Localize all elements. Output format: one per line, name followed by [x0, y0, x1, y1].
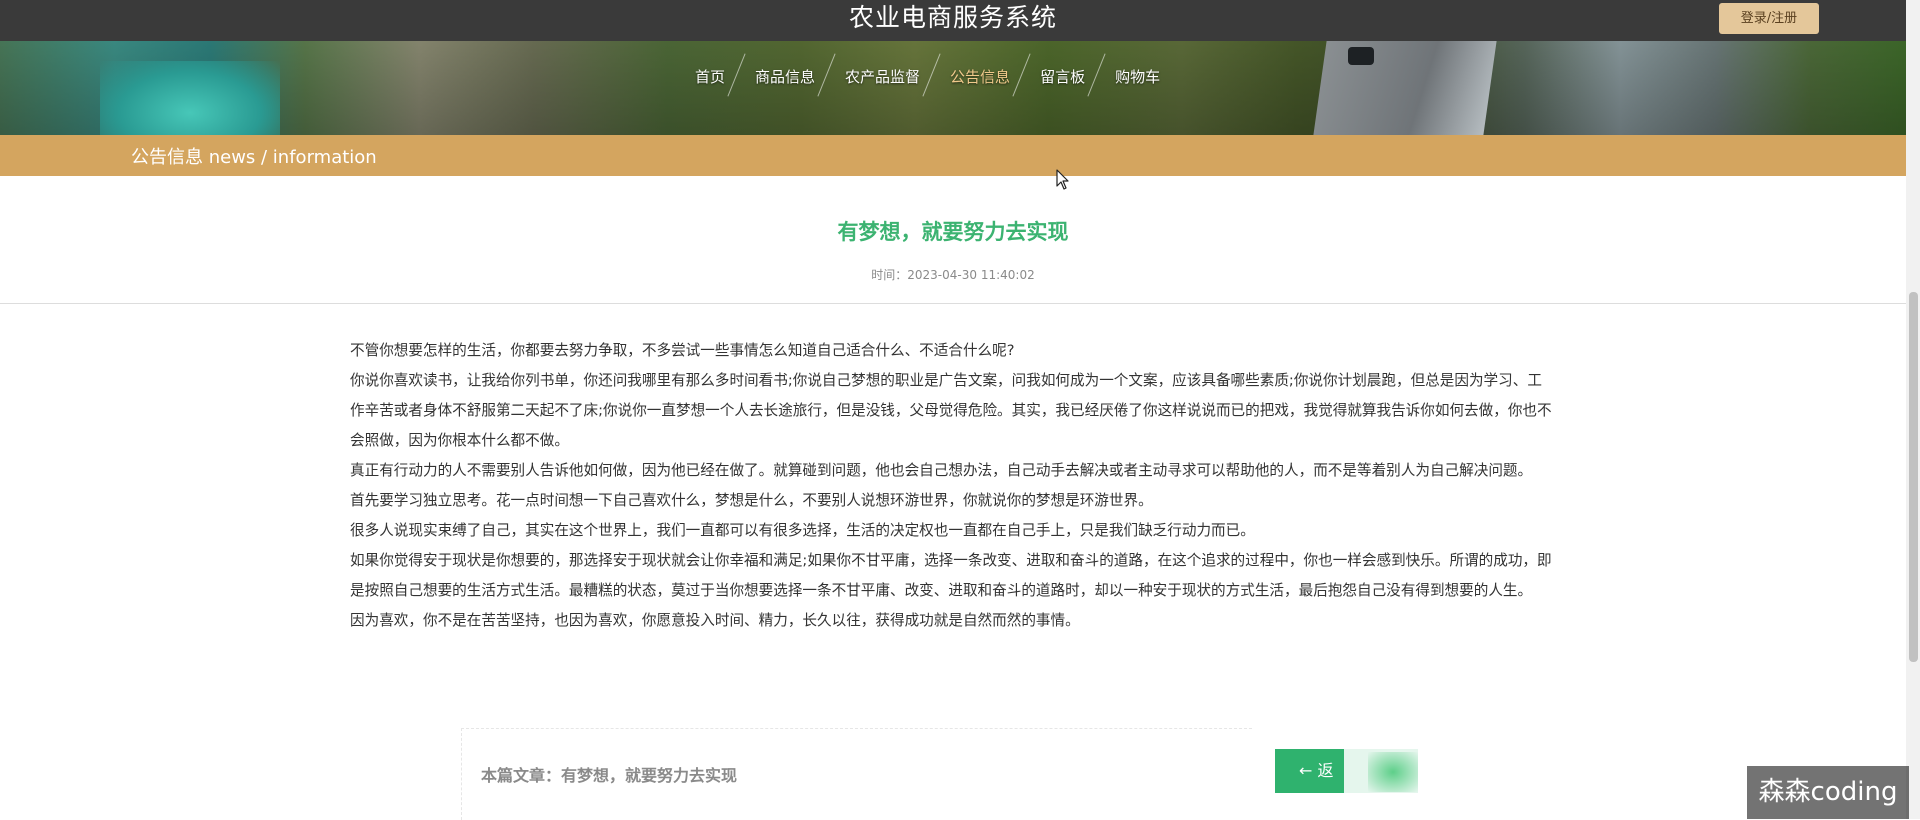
article-time: 时间：2023-04-30 11:40:02 [871, 268, 1035, 282]
scrollbar-thumb[interactable] [1909, 292, 1918, 662]
nav-supervision[interactable]: 农产品监督 [830, 66, 935, 87]
banner-water [100, 61, 280, 135]
article-title: 有梦想，就要努力去实现 [837, 220, 1069, 244]
main-nav: 首页 商品信息 农产品监督 公告信息 留言板 购物车 [680, 41, 1175, 111]
article-paragraph: 不管你想要怎样的生活，你都要去努力争取，不多尝试一些事情怎么知道自己适合什么、不… [350, 342, 1015, 359]
mouse-cursor-icon [1056, 169, 1069, 190]
section-title: 公告信息 news / information [131, 147, 377, 168]
article-paragraph: 很多人说现实束缚了自己，其实在这个世界上，我们一直都可以有很多选择，生活的决定权… [350, 522, 1255, 539]
article-paragraph: 如果你觉得安于现状是你想要的，那选择安于现状就会让你幸福和满足;如果你不甘平庸，… [350, 552, 1552, 599]
divider [0, 303, 1906, 304]
site-title: 农业电商服务系统 [848, 3, 1057, 32]
article-paragraph: 首先要学习独立思考。花一点时间想一下自己喜欢什么，梦想是什么，不要别人说想环游世… [350, 492, 1153, 509]
watermark: 森森coding [1747, 766, 1909, 819]
section-header-bar: 公告信息 news / information [0, 135, 1906, 176]
blurred-overlay-glow [1368, 752, 1418, 792]
article-paragraph: 你说你喜欢读书，让我给你列书单，你还问我哪里有那么多时间看书;你说自己梦想的职业… [350, 372, 1552, 449]
nav-home[interactable]: 首页 [680, 66, 740, 87]
nav-products[interactable]: 商品信息 [740, 66, 830, 87]
top-bar: 农业电商服务系统 登录/注册 [0, 0, 1906, 41]
article-content: 不管你想要怎样的生活，你都要去努力争取，不多尝试一些事情怎么知道自己适合什么、不… [350, 336, 1554, 636]
nav-message-board[interactable]: 留言板 [1025, 66, 1100, 87]
banner-car [1348, 47, 1374, 65]
article-paragraph: 因为喜欢，你不是在苦苦坚持，也因为喜欢，你愿意投入时间、精力，长久以往，获得成功… [350, 612, 1080, 629]
article-paragraph: 真正有行动力的人不需要别人告诉他如何做，因为他已经在做了。就算碰到问题，他也会自… [350, 462, 1533, 479]
login-register-button[interactable]: 登录/注册 [1719, 3, 1819, 34]
banner-road [1313, 41, 1497, 135]
current-article-label: 本篇文章：有梦想，就要努力去实现 [481, 766, 738, 785]
nav-announcements[interactable]: 公告信息 [935, 66, 1025, 87]
nav-cart[interactable]: 购物车 [1100, 66, 1175, 87]
